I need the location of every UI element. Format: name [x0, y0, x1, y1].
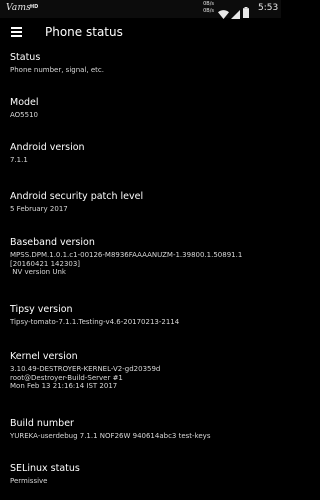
security-patch-item[interactable]: Android security patch level 5 February … [0, 190, 281, 214]
status-bar: Vams HD 0B/s 0B/s 5:53 [0, 0, 281, 19]
item-title: Status [10, 52, 41, 63]
menu-icon[interactable] [11, 27, 22, 37]
carrier-name: Vams [6, 3, 31, 13]
page-title: Phone status [45, 25, 123, 39]
item-summary: YUREKA-userdebug 7.1.1 NOF26W 940614abc3… [10, 432, 211, 440]
item-summary: AO5510 [10, 111, 38, 119]
item-title: Kernel version [10, 351, 78, 362]
kernel-version-item[interactable]: Kernel version 3.10.49-DESTROYER-KERNEL-… [0, 350, 281, 391]
item-summary: Mon Feb 13 21:16:14 IST 2017 [10, 382, 118, 390]
item-summary: NV version Unk [10, 268, 66, 276]
item-title: Model [10, 97, 39, 108]
model-item[interactable]: Model AO5510 [0, 96, 281, 120]
download-speed: 0B/s [203, 8, 214, 14]
item-title: Build number [10, 418, 74, 429]
item-summary: 3.10.49-DESTROYER-KERNEL-V2-gd20359d [10, 365, 161, 373]
selinux-status-item[interactable]: SELinux status Permissive [0, 462, 281, 486]
baseband-version-item[interactable]: Baseband version MPSS.DPM.1.0.1.c1-00126… [0, 236, 281, 277]
item-title: Tipsy version [10, 304, 73, 315]
upload-speed: 0B/s [203, 1, 214, 7]
item-summary: Permissive [10, 477, 48, 485]
item-summary: 5 February 2017 [10, 205, 68, 213]
item-summary: Phone number, signal, etc. [10, 66, 104, 74]
item-summary: root@Destroyer-Build-Server #1 [10, 373, 123, 382]
status-item[interactable]: Status Phone number, signal, etc. [0, 51, 281, 75]
item-title: SELinux status [10, 463, 80, 474]
build-number-item[interactable]: Build number YUREKA-userdebug 7.1.1 NOF2… [0, 417, 281, 441]
tipsy-version-item[interactable]: Tipsy version Tipsy-tomato-7.1.1.Testing… [0, 303, 281, 327]
status-bar-clock: 5:53 [258, 3, 279, 13]
item-summary: MPSS.DPM.1.0.1.c1-00126-M8936FAAAANUZM-1… [10, 251, 243, 259]
item-summary: 7.1.1 [10, 156, 28, 164]
android-version-item[interactable]: Android version 7.1.1 [0, 141, 281, 165]
item-title: Baseband version [10, 237, 95, 248]
hd-voice-badge: HD [30, 4, 39, 10]
app-bar: Phone status [0, 18, 281, 48]
item-summary: [20160421 142303] [10, 259, 81, 268]
item-title: Android version [10, 142, 85, 153]
item-title: Android security patch level [10, 191, 144, 202]
item-summary: Tipsy-tomato-7.1.1.Testing-v4.6-20170213… [10, 318, 180, 326]
network-speed-indicator: 0B/s 0B/s [196, 1, 214, 15]
